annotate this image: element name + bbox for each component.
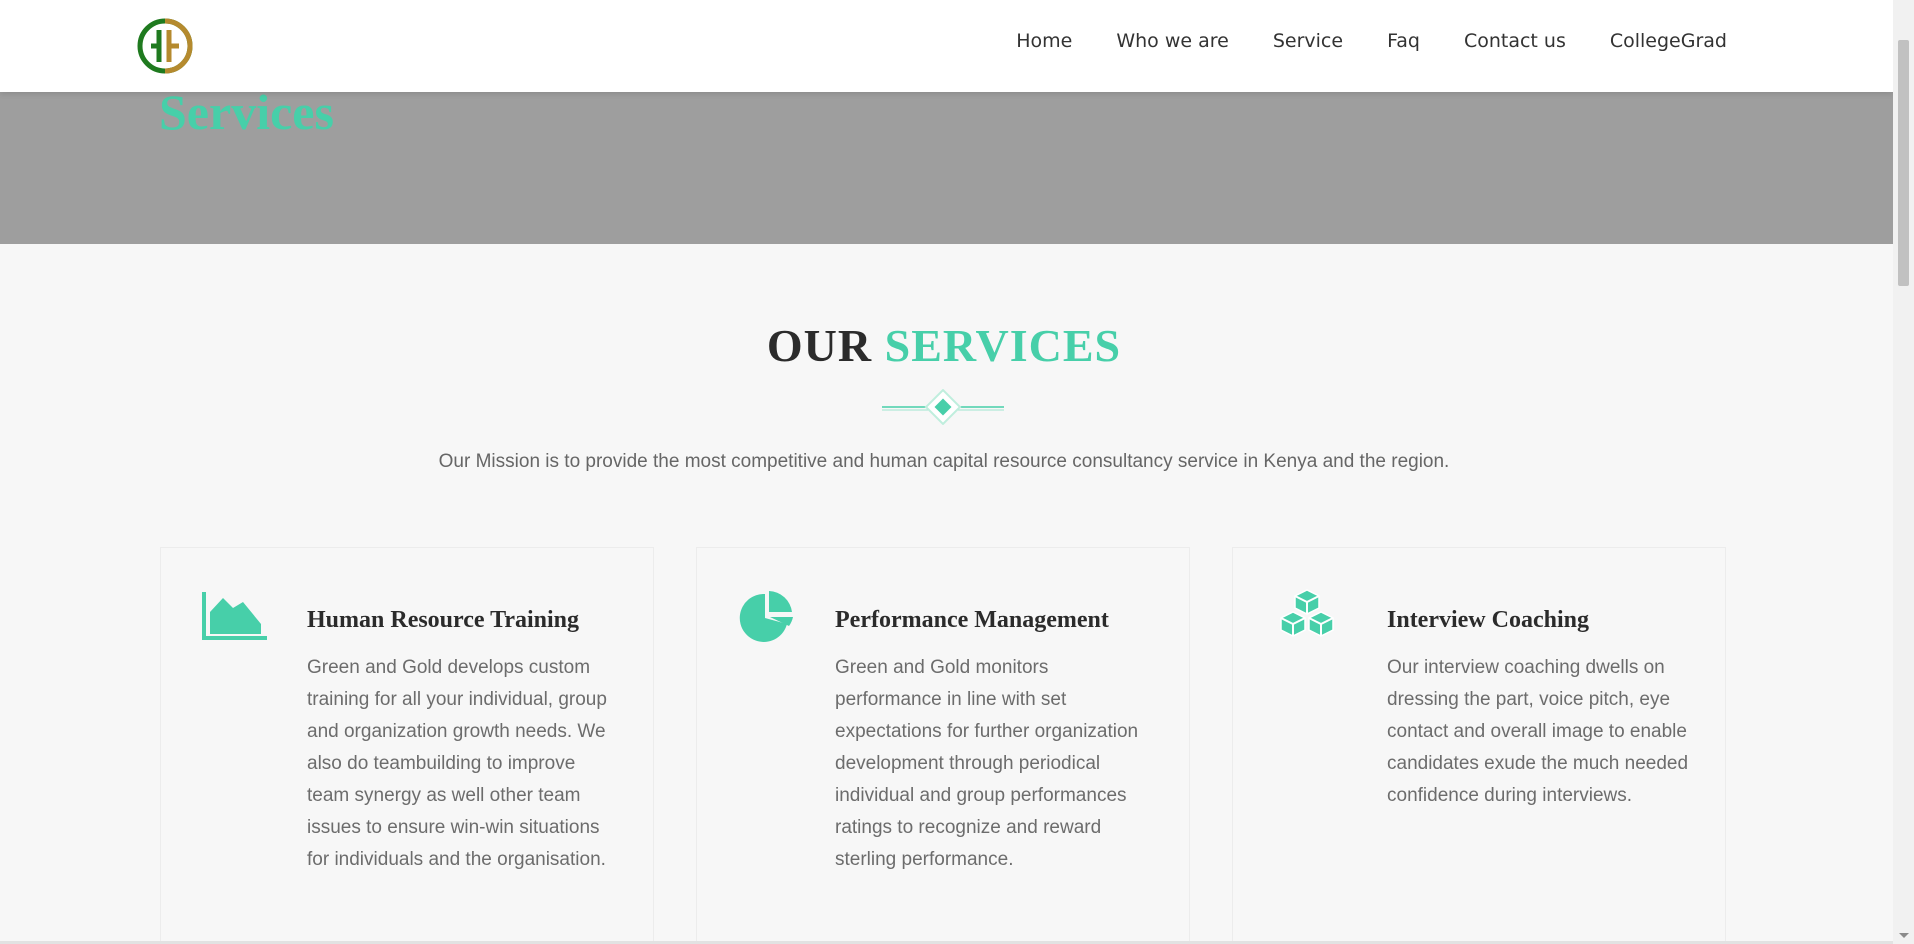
nav-home[interactable]: Home — [1016, 29, 1072, 53]
logo[interactable] — [137, 18, 193, 74]
card-title: Performance Management — [835, 607, 1109, 633]
cubes-icon — [1280, 589, 1334, 637]
mission-text: Our Mission is to provide the most compe… — [438, 451, 1450, 472]
service-card-performance-management: Performance Management Green and Gold mo… — [696, 547, 1190, 944]
card-text: Green and Gold monitors performance in l… — [835, 657, 1139, 870]
vertical-scrollbar[interactable] — [1893, 0, 1914, 944]
section-title: OUR SERVICES — [0, 318, 1888, 374]
scroll-down-arrow-icon[interactable] — [1899, 933, 1909, 938]
card-text: Our interview coaching dwells on dressin… — [1387, 657, 1689, 806]
nav-contact-us[interactable]: Contact us — [1464, 29, 1566, 53]
main-nav: Home Who we are Service Faq Contact us C… — [972, 29, 1727, 53]
nav-service[interactable]: Service — [1273, 29, 1343, 53]
diamond-divider-icon — [882, 389, 1004, 425]
page: Services Home Who we are Service Faq Con… — [0, 0, 1893, 944]
nav-who-we-are[interactable]: Who we are — [1116, 29, 1229, 53]
pie-chart-icon — [739, 591, 793, 642]
service-card-interview-coaching: Interview Coaching Our interview coachin… — [1232, 547, 1726, 944]
section-title-part2: SERVICES — [884, 320, 1122, 371]
section-title-part1: OUR — [766, 320, 873, 371]
card-title: Human Resource Training — [307, 607, 580, 633]
site-header: Home Who we are Service Faq Contact us C… — [0, 0, 1893, 92]
card-text: Green and Gold develops custom training … — [307, 657, 607, 870]
nav-faq[interactable]: Faq — [1387, 29, 1420, 53]
service-card-hr-training: Human Resource Training Green and Gold d… — [160, 547, 654, 944]
nav-collegegrad[interactable]: CollegeGrad — [1610, 29, 1727, 53]
card-title: Interview Coaching — [1387, 607, 1589, 633]
scrollbar-thumb[interactable] — [1898, 40, 1909, 286]
area-chart-icon — [202, 592, 267, 640]
